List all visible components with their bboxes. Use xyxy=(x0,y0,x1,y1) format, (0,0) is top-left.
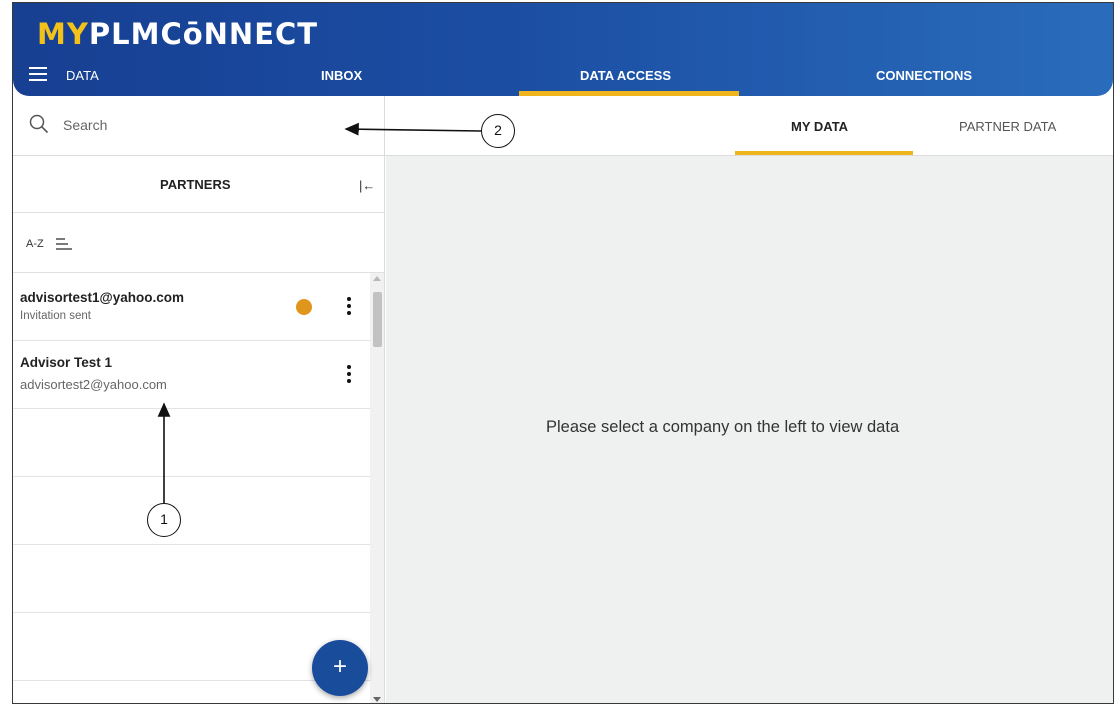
callout-1: 1 xyxy=(147,503,181,537)
logo-prefix: MY xyxy=(37,17,89,51)
active-subtab-indicator xyxy=(735,151,913,155)
app-logo: MYPLMCōNNECT xyxy=(37,17,318,51)
partners-panel: PARTNERS |← A-Z advisortest1@yahoo.com I… xyxy=(13,156,385,703)
scroll-down-arrow-icon[interactable] xyxy=(373,697,381,702)
app-window: MYPLMCōNNECT DATA INBOX DATA ACCESS CONN… xyxy=(12,2,1114,704)
empty-row xyxy=(13,545,370,613)
nav-section-label: DATA xyxy=(66,68,99,83)
scroll-thumb[interactable] xyxy=(373,292,382,347)
nav-tab-connections[interactable]: CONNECTIONS xyxy=(876,68,972,83)
partners-title: PARTNERS xyxy=(160,177,231,192)
partners-header: PARTNERS |← xyxy=(13,156,384,213)
sub-toolbar: MY DATA PARTNER DATA xyxy=(13,96,1113,156)
callout-2: 2 xyxy=(481,114,515,148)
empty-row xyxy=(13,409,370,477)
add-partner-button[interactable]: + xyxy=(312,640,368,696)
search-icon xyxy=(29,114,49,134)
data-view-panel: Please select a company on the left to v… xyxy=(386,156,1113,703)
top-header: MYPLMCōNNECT DATA INBOX DATA ACCESS CONN… xyxy=(13,3,1113,96)
partner-title: advisortest1@yahoo.com xyxy=(20,290,184,305)
more-options-icon[interactable] xyxy=(345,297,353,319)
scroll-up-arrow-icon[interactable] xyxy=(373,276,381,281)
search-box xyxy=(13,96,385,156)
nav-tab-inbox[interactable]: INBOX xyxy=(321,68,362,83)
pending-status-icon xyxy=(296,299,312,315)
partner-subtitle: Invitation sent xyxy=(20,310,91,322)
tab-my-data[interactable]: MY DATA xyxy=(791,119,848,134)
nav-tab-data-access[interactable]: DATA ACCESS xyxy=(580,68,671,83)
sort-row: A-Z xyxy=(13,213,384,273)
tab-partner-data[interactable]: PARTNER DATA xyxy=(959,119,1056,134)
hamburger-menu-icon[interactable] xyxy=(29,67,47,81)
empty-row xyxy=(13,477,370,545)
scrollbar[interactable] xyxy=(370,273,384,703)
list-item[interactable]: advisortest1@yahoo.com Invitation sent xyxy=(13,273,370,341)
partner-title: Advisor Test 1 xyxy=(20,355,113,370)
sort-lines-icon[interactable] xyxy=(56,238,72,250)
search-input[interactable] xyxy=(63,113,323,137)
empty-state-message: Please select a company on the left to v… xyxy=(546,418,900,436)
sort-az-label[interactable]: A-Z xyxy=(26,238,44,250)
partner-subtitle: advisortest2@yahoo.com xyxy=(20,377,167,392)
more-options-icon[interactable] xyxy=(345,365,353,387)
logo-rest: PLMCōNNECT xyxy=(88,17,319,51)
collapse-left-icon[interactable]: |← xyxy=(359,178,375,193)
list-item[interactable]: Advisor Test 1 advisortest2@yahoo.com xyxy=(13,341,370,409)
partners-list: advisortest1@yahoo.com Invitation sent A… xyxy=(13,273,370,703)
